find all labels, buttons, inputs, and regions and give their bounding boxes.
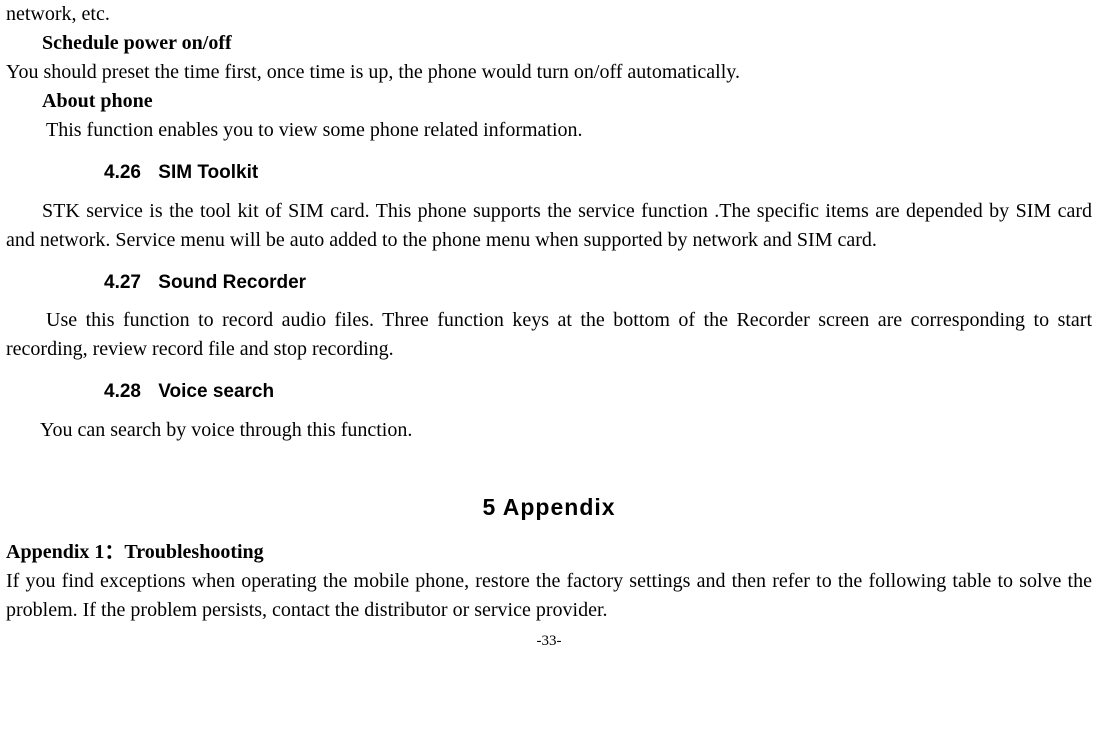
section-heading-voice-search: 4.28 Voice search bbox=[6, 378, 1092, 406]
chapter-heading-appendix: 5 Appendix bbox=[6, 491, 1092, 524]
schedule-heading: Schedule power on/off bbox=[6, 29, 1092, 58]
section-body-sound-recorder: Use this function to record audio files.… bbox=[6, 306, 1092, 364]
section-body-sim-toolkit: STK service is the tool kit of SIM card.… bbox=[6, 197, 1092, 255]
appendix-subheading: Appendix 1：Troubleshooting bbox=[6, 538, 1092, 567]
appendix-body-text: If you find exceptions when operating th… bbox=[6, 567, 1092, 625]
section-number: 4.28 bbox=[104, 381, 141, 402]
about-phone-body-text: This function enables you to view some p… bbox=[6, 116, 1092, 145]
section-number: 4.26 bbox=[104, 162, 141, 183]
top-fragment-text: network, etc. bbox=[6, 0, 1092, 29]
section-body-voice-search: You can search by voice through this fun… bbox=[6, 416, 1092, 445]
section-heading-sim-toolkit: 4.26 SIM Toolkit bbox=[6, 159, 1092, 187]
about-phone-heading: About phone bbox=[6, 87, 1092, 116]
section-title: SIM Toolkit bbox=[158, 162, 258, 183]
page-number: -33- bbox=[6, 631, 1092, 653]
section-title: Voice search bbox=[158, 381, 274, 402]
schedule-body-text: You should preset the time first, once t… bbox=[6, 58, 1092, 87]
section-number: 4.27 bbox=[104, 272, 141, 293]
section-title: Sound Recorder bbox=[158, 272, 306, 293]
section-heading-sound-recorder: 4.27 Sound Recorder bbox=[6, 269, 1092, 297]
